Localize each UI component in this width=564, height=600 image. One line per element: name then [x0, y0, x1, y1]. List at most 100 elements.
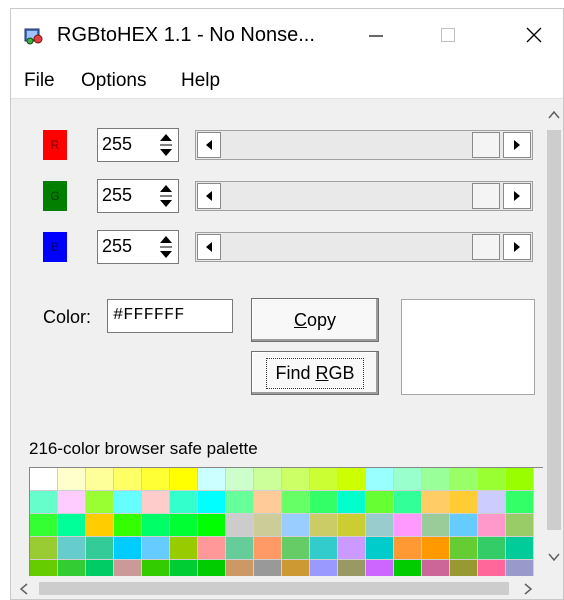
horizontal-scroll-thumb[interactable] — [39, 582, 509, 595]
palette-swatch[interactable] — [338, 537, 366, 560]
green-slider-thumb[interactable] — [472, 183, 500, 209]
palette-swatch[interactable] — [226, 468, 254, 491]
palette-swatch[interactable] — [114, 491, 142, 514]
blue-value[interactable]: 255 — [102, 236, 132, 257]
palette-swatch[interactable] — [394, 468, 422, 491]
menu-file[interactable]: File — [24, 70, 55, 92]
maximize-button[interactable] — [421, 9, 475, 61]
scroll-up-arrow-icon[interactable] — [543, 104, 563, 126]
green-value[interactable]: 255 — [102, 185, 132, 206]
palette-swatch[interactable] — [254, 537, 282, 560]
red-slider-right-arrow-icon[interactable] — [503, 132, 531, 158]
palette-swatch[interactable] — [226, 491, 254, 514]
palette-swatch[interactable] — [254, 514, 282, 537]
red-slider[interactable] — [195, 130, 533, 160]
palette-swatch[interactable] — [142, 537, 170, 560]
palette-swatch[interactable] — [142, 491, 170, 514]
palette-swatch[interactable] — [422, 491, 450, 514]
scroll-down-arrow-icon[interactable] — [543, 546, 563, 568]
minimize-button[interactable] — [349, 9, 403, 61]
palette-swatch[interactable] — [366, 468, 394, 491]
palette-swatch[interactable] — [506, 491, 534, 514]
palette-swatch[interactable] — [58, 468, 86, 491]
palette-swatch[interactable] — [114, 514, 142, 537]
palette-swatch[interactable] — [450, 514, 478, 537]
red-slider-left-arrow-icon[interactable] — [197, 132, 221, 158]
palette-swatch[interactable] — [366, 514, 394, 537]
blue-slider-left-arrow-icon[interactable] — [197, 234, 221, 260]
palette-swatch[interactable] — [450, 491, 478, 514]
scroll-right-arrow-icon[interactable] — [515, 576, 541, 599]
palette-swatch[interactable] — [366, 537, 394, 560]
palette-swatch[interactable] — [282, 514, 310, 537]
blue-slider-thumb[interactable] — [472, 234, 500, 260]
palette-swatch[interactable] — [282, 468, 310, 491]
blue-slider-right-arrow-icon[interactable] — [503, 234, 531, 260]
palette-swatch[interactable] — [114, 537, 142, 560]
palette-swatch[interactable] — [422, 514, 450, 537]
palette-swatch[interactable] — [58, 514, 86, 537]
blue-slider[interactable] — [195, 232, 533, 262]
palette-swatch[interactable] — [478, 537, 506, 560]
palette-swatch[interactable] — [170, 468, 198, 491]
title-bar[interactable]: RGBtoHEX 1.1 - No Nonse... — [11, 9, 563, 61]
palette-swatch[interactable] — [198, 491, 226, 514]
palette-swatch[interactable] — [198, 537, 226, 560]
palette-swatch[interactable] — [170, 491, 198, 514]
palette-swatch[interactable] — [30, 468, 58, 491]
palette-swatch[interactable] — [478, 491, 506, 514]
palette-swatch[interactable] — [86, 537, 114, 560]
green-spinbox[interactable]: 255 — [97, 179, 179, 213]
vertical-scrollbar[interactable] — [543, 100, 563, 576]
palette-swatch[interactable] — [478, 514, 506, 537]
close-button[interactable] — [507, 9, 561, 61]
palette-swatch[interactable] — [142, 514, 170, 537]
palette-swatch[interactable] — [30, 491, 58, 514]
menu-options[interactable]: Options — [81, 70, 146, 92]
green-slider[interactable] — [195, 181, 533, 211]
palette-swatch[interactable] — [310, 514, 338, 537]
green-slider-left-arrow-icon[interactable] — [197, 183, 221, 209]
copy-button[interactable]: Copy — [251, 298, 379, 342]
palette-swatch[interactable] — [422, 537, 450, 560]
palette-swatch[interactable] — [506, 468, 534, 491]
palette-swatch[interactable] — [338, 491, 366, 514]
palette-swatch[interactable] — [506, 514, 534, 537]
palette-swatch[interactable] — [338, 468, 366, 491]
palette-swatch[interactable] — [282, 537, 310, 560]
palette-swatch[interactable] — [58, 537, 86, 560]
palette-swatch[interactable] — [198, 514, 226, 537]
app-icon[interactable] — [24, 26, 44, 46]
menu-help[interactable]: Help — [181, 70, 220, 92]
red-value[interactable]: 255 — [102, 134, 132, 155]
palette-swatch[interactable] — [310, 468, 338, 491]
palette-swatch[interactable] — [450, 468, 478, 491]
palette-swatch[interactable] — [282, 491, 310, 514]
palette-swatch[interactable] — [394, 514, 422, 537]
palette-swatch[interactable] — [86, 514, 114, 537]
palette-swatch[interactable] — [338, 514, 366, 537]
palette-swatch[interactable] — [254, 468, 282, 491]
palette-swatch[interactable] — [198, 468, 226, 491]
green-slider-right-arrow-icon[interactable] — [503, 183, 531, 209]
palette-swatch[interactable] — [394, 491, 422, 514]
vertical-scroll-thumb[interactable] — [547, 130, 561, 530]
red-slider-thumb[interactable] — [472, 132, 500, 158]
palette-swatch[interactable] — [142, 468, 170, 491]
palette-swatch[interactable] — [170, 537, 198, 560]
palette-swatch[interactable] — [30, 514, 58, 537]
color-palette[interactable] — [29, 467, 543, 579]
green-spin-arrows-icon[interactable] — [155, 181, 177, 211]
palette-swatch[interactable] — [114, 468, 142, 491]
palette-swatch[interactable] — [30, 537, 58, 560]
palette-swatch[interactable] — [310, 491, 338, 514]
palette-swatch[interactable] — [506, 537, 534, 560]
palette-swatch[interactable] — [226, 537, 254, 560]
red-spin-arrows-icon[interactable] — [155, 130, 177, 160]
palette-swatch[interactable] — [86, 491, 114, 514]
palette-swatch[interactable] — [366, 491, 394, 514]
blue-spin-arrows-icon[interactable] — [155, 232, 177, 262]
palette-swatch[interactable] — [478, 468, 506, 491]
palette-swatch[interactable] — [170, 514, 198, 537]
blue-spinbox[interactable]: 255 — [97, 230, 179, 264]
